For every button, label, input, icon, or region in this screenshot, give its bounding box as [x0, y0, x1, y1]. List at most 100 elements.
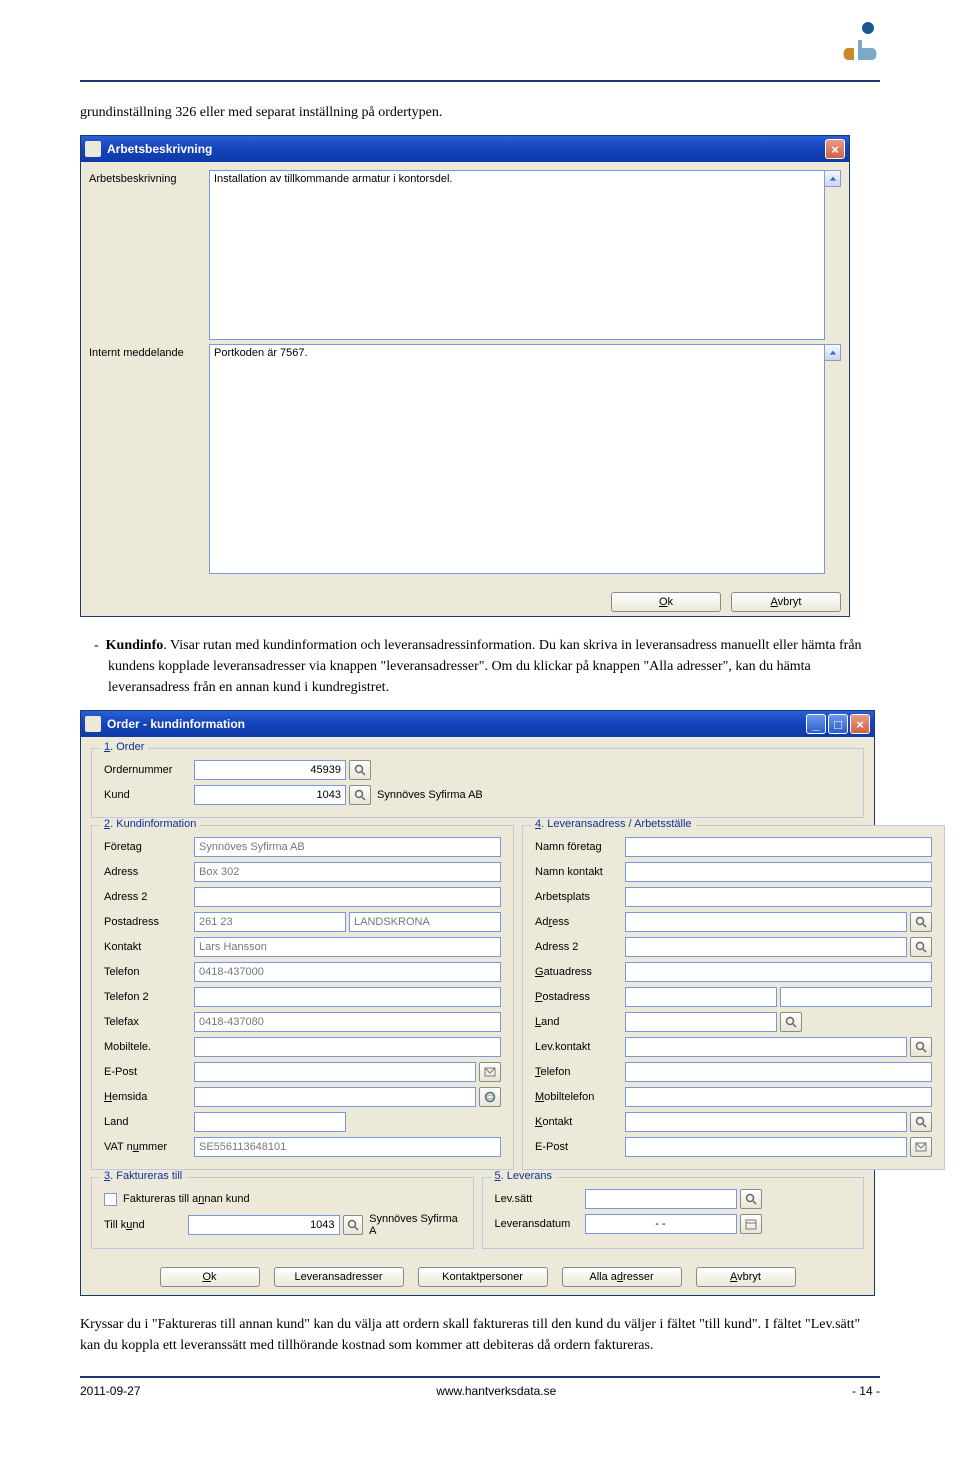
footer-date: 2011-09-27 [80, 1384, 141, 1398]
adress2-input [194, 887, 501, 907]
panel5-label: 5. Leverans [491, 1170, 557, 1182]
arbetsbeskrivning-label: Arbetsbeskrivning [89, 170, 209, 185]
app-icon [85, 141, 101, 157]
lev-telefon-input[interactable] [625, 1062, 932, 1082]
lev-epost-input[interactable] [625, 1137, 907, 1157]
epost-input [194, 1062, 476, 1082]
panel-leveransadress: 4. Leveransadress / Arbetsställe Namn fö… [522, 825, 945, 1170]
leveransadresser-button[interactable]: Leveransadresser [274, 1267, 404, 1287]
lev-postort-input[interactable] [780, 987, 932, 1007]
postadress-label: Postadress [104, 916, 194, 928]
avbryt-button[interactable]: Avbryt [696, 1267, 796, 1287]
lev-mobil-input[interactable] [625, 1087, 932, 1107]
adress-label: Adress [104, 866, 194, 878]
kontaktpersoner-button[interactable]: Kontaktpersoner [418, 1267, 548, 1287]
avbryt-button[interactable]: Avbryt [731, 592, 841, 612]
close-icon[interactable]: × [850, 714, 870, 734]
lookup-icon[interactable] [343, 1215, 364, 1235]
browser-icon[interactable] [479, 1087, 501, 1107]
arbetsbeskrivning-textarea[interactable]: Installation av tillkommande armatur i k… [209, 170, 825, 340]
lookup-icon[interactable] [349, 785, 371, 805]
calendar-icon[interactable] [740, 1214, 762, 1234]
tillkund-name: Synnöves Syfirma A [369, 1213, 460, 1237]
lookup-icon[interactable] [910, 912, 932, 932]
levsatt-input[interactable] [585, 1189, 737, 1209]
lookup-icon[interactable] [910, 1112, 932, 1132]
ordernummer-label: Ordernummer [104, 764, 194, 776]
scroll-up-icon[interactable] [824, 170, 841, 187]
lookup-icon[interactable] [780, 1012, 802, 1032]
kontakt-input [194, 937, 501, 957]
lev-adress-label: Adress [535, 916, 625, 928]
footer-page: - 14 - [852, 1384, 880, 1398]
header-rule [80, 80, 880, 82]
lev-telefon-label: Telefon [535, 1066, 625, 1078]
arbetsplats-input[interactable] [625, 887, 932, 907]
footer-url: www.hantverksdata.se [436, 1384, 556, 1398]
kundinfo-rest: . Visar rutan med kundinformation och le… [108, 638, 862, 695]
foretag-label: Företag [104, 841, 194, 853]
lev-adress2-input[interactable] [625, 937, 907, 957]
tillkund-label: Till kund [104, 1219, 188, 1231]
lev-post-label: Postadress [535, 991, 625, 1003]
panel2-label: 2. Kundinformation [100, 818, 200, 830]
levsatt-label: Lev.sätt [495, 1193, 585, 1205]
lev-land-input[interactable] [625, 1012, 777, 1032]
window-title: Order - kundinformation [107, 717, 245, 731]
kundinformation-window: Order - kundinformation _ □ × 1. Order O… [80, 710, 875, 1296]
intro-paragraph: grundinställning 326 eller med separat i… [80, 102, 880, 123]
allaadresser-button[interactable]: Alla adresser [562, 1267, 682, 1287]
mail-icon[interactable] [910, 1137, 932, 1157]
close-icon[interactable]: × [825, 139, 845, 159]
telefon2-input [194, 987, 501, 1007]
minimize-icon[interactable]: _ [806, 714, 826, 734]
internt-textarea[interactable]: Portkoden är 7567. [209, 344, 825, 574]
panel4-label: 4. Leveransadress / Arbetsställe [531, 818, 696, 830]
levkontakt-label: Lev.kontakt [535, 1041, 625, 1053]
mail-icon[interactable] [479, 1062, 501, 1082]
kund-name: Synnöves Syfirma AB [377, 789, 483, 801]
titlebar[interactable]: Order - kundinformation _ □ × [81, 711, 874, 737]
faktureras-checkbox[interactable] [104, 1193, 117, 1206]
titlebar[interactable]: Arbetsbeskrivning × [81, 136, 849, 162]
faktureras-chk-label: Faktureras till annan kund [123, 1193, 250, 1205]
kund-input[interactable] [194, 785, 346, 805]
ordernummer-input[interactable] [194, 760, 346, 780]
namnkontakt-input[interactable] [625, 862, 932, 882]
telefon-input [194, 962, 501, 982]
vat-input [194, 1137, 501, 1157]
lookup-icon[interactable] [740, 1189, 762, 1209]
kundinfo-bold: Kundinfo [106, 638, 164, 653]
ok-label: Ok [659, 596, 673, 608]
land-input [194, 1112, 346, 1132]
lev-adress2-label: Adress 2 [535, 941, 625, 953]
lev-kontakt-label: Kontakt [535, 1116, 625, 1128]
maximize-icon[interactable]: □ [828, 714, 848, 734]
namnforetag-label: Namn företag [535, 841, 625, 853]
ok-button[interactable]: Ok [160, 1267, 260, 1287]
namnforetag-input[interactable] [625, 837, 932, 857]
lev-kontakt-input[interactable] [625, 1112, 907, 1132]
epost-label: E-Post [104, 1066, 194, 1078]
lev-postnr-input[interactable] [625, 987, 777, 1007]
kontakt-label: Kontakt [104, 941, 194, 953]
hemsida-label: Hemsida [104, 1091, 194, 1103]
gatu-input[interactable] [625, 962, 932, 982]
panel3-label: 3. Faktureras till [100, 1170, 186, 1182]
lookup-icon[interactable] [349, 760, 371, 780]
levkontakt-input[interactable] [625, 1037, 907, 1057]
telefax-input [194, 1012, 501, 1032]
ok-button[interactable]: Ok [611, 592, 721, 612]
hemsida-input[interactable] [194, 1087, 476, 1107]
kund-label: Kund [104, 789, 194, 801]
lookup-icon[interactable] [910, 937, 932, 957]
scroll-up-icon[interactable] [824, 344, 841, 361]
tillkund-input[interactable] [188, 1215, 340, 1235]
brand-logo [840, 20, 880, 67]
lookup-icon[interactable] [910, 1037, 932, 1057]
internt-label: Internt meddelande [89, 344, 209, 359]
panel-kundinformation: 2. Kundinformation Företag Adress Adress… [91, 825, 514, 1170]
levdatum-input[interactable] [585, 1214, 737, 1234]
adress2-label: Adress 2 [104, 891, 194, 903]
lev-adress-input[interactable] [625, 912, 907, 932]
